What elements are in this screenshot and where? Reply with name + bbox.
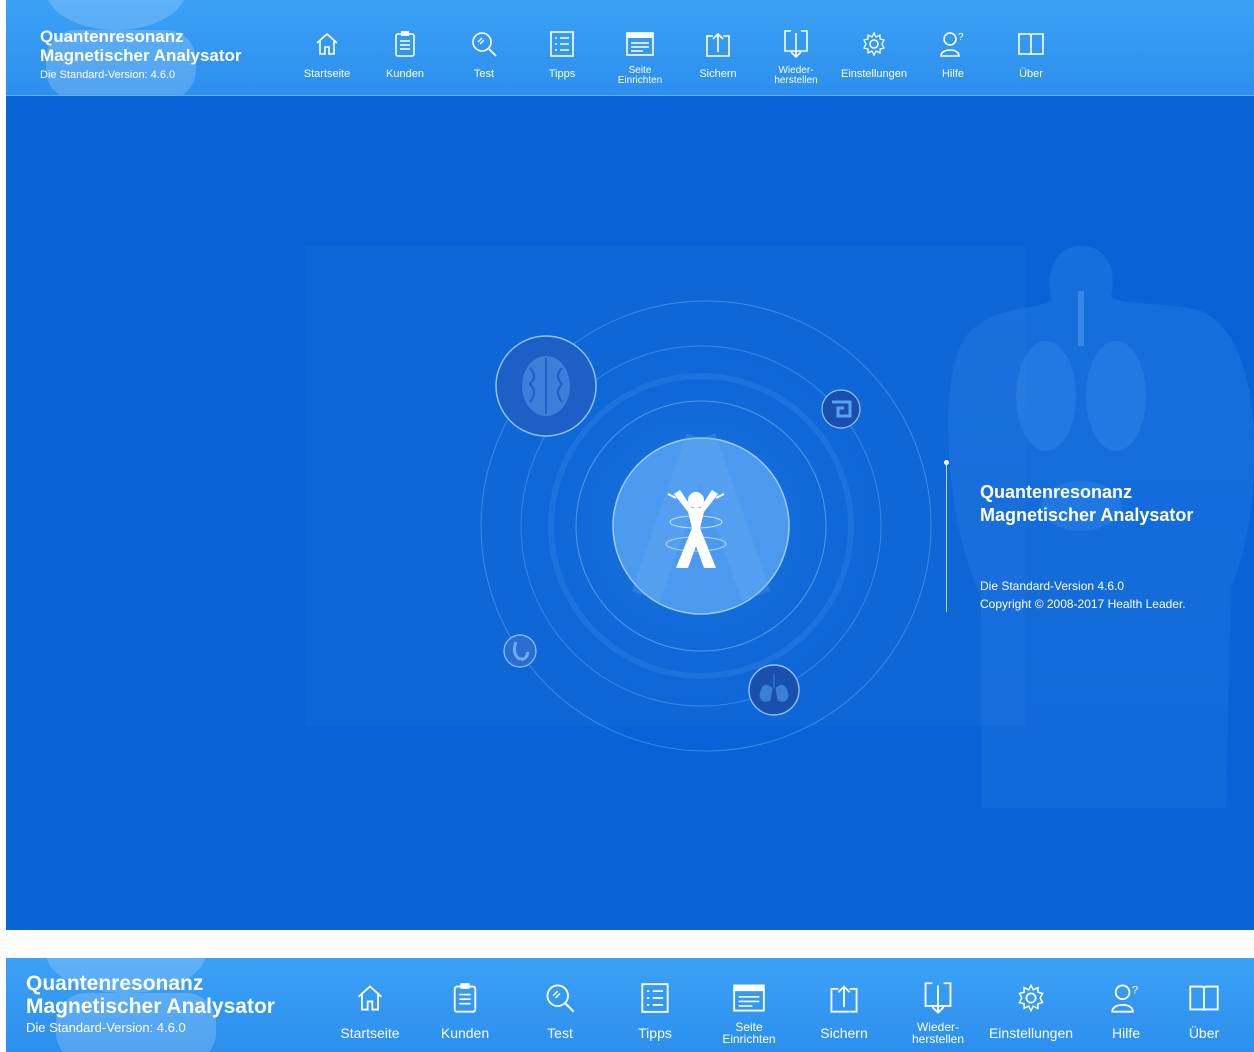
splash-title-line2: Magnetischer Analysator xyxy=(980,505,1194,526)
nav-label-line2: herstellen xyxy=(774,75,818,86)
nav-label: Einstellungen xyxy=(988,1025,1074,1041)
help-person-icon: ? xyxy=(940,32,964,57)
splash-divider xyxy=(946,462,947,612)
nav-ueber-button[interactable]: Über xyxy=(1156,980,1252,1040)
nav-sichern-button[interactable]: Sichern xyxy=(679,28,757,80)
page-setup-icon xyxy=(626,32,654,56)
splash-title: Quantenresonanz Magnetischer Analysator xyxy=(980,481,1193,528)
nav-seite-einrichten-button[interactable]: Seite Einrichten xyxy=(601,28,679,86)
list-icon xyxy=(641,983,669,1013)
nav-label: Einstellungen xyxy=(840,68,908,80)
lungs-icon xyxy=(748,664,800,716)
gear-icon xyxy=(1018,983,1044,1013)
splash-title-line1: Quantenresonanz xyxy=(980,482,1133,502)
nav-label: Über xyxy=(1019,68,1043,80)
nav-label: Kunden xyxy=(440,1025,490,1041)
stomach-icon xyxy=(503,634,537,668)
gear-icon xyxy=(863,31,885,57)
splash-info: Die Standard-Version 4.6.0 Copyright © 2… xyxy=(980,577,1186,613)
nav-test-button[interactable]: Test xyxy=(445,28,523,80)
app-brand: Quantenresonanz Magnetischer Analysator … xyxy=(40,27,242,82)
nav-label-line2: Einrichten xyxy=(722,1032,776,1046)
app-title-line1: Quantenresonanz xyxy=(40,27,184,46)
home-icon xyxy=(357,985,383,1011)
nav-kunden-button[interactable]: Kunden xyxy=(417,980,513,1040)
nav-startseite-button[interactable]: Startseite xyxy=(288,28,366,80)
nav-label: Hilfe xyxy=(1111,1025,1140,1041)
nav-label: Hilfe xyxy=(941,68,964,80)
nav-wiederherstellen-button[interactable]: Wieder-herstellen xyxy=(890,980,986,1045)
nav-einstellungen-button[interactable]: Einstellungen xyxy=(835,28,913,80)
nav-label: Tipps xyxy=(638,1025,672,1041)
main-window: Quantenresonanz Magnetischer Analysator … xyxy=(6,0,1254,930)
book-icon xyxy=(1018,33,1044,56)
nav-hilfe-button[interactable]: ? Hilfe xyxy=(914,28,992,80)
download-icon xyxy=(784,30,808,59)
app-title-line1: Quantenresonanz xyxy=(26,972,204,995)
nav-tipps-button[interactable]: Tipps xyxy=(607,980,703,1040)
nav-label-line2: herstellen xyxy=(911,1032,965,1046)
nav-label: Tipps xyxy=(548,68,576,80)
nav-einstellungen-button[interactable]: Einstellungen xyxy=(983,980,1079,1040)
nav-label: Seite Einrichten xyxy=(722,1021,775,1045)
nav-ueber-button[interactable]: Über xyxy=(992,28,1070,80)
nav-label: Kunden xyxy=(386,68,424,80)
nav-test-button[interactable]: Test xyxy=(512,980,608,1040)
magnifier-icon xyxy=(472,32,497,57)
nav-label: Wieder-herstellen xyxy=(912,1021,964,1045)
nav-label: Test xyxy=(473,68,495,80)
nav-kunden-button[interactable]: Kunden xyxy=(366,28,444,80)
svg-text:?: ? xyxy=(1132,984,1138,996)
nav-label: Wieder-herstellen xyxy=(774,66,817,86)
zoomed-toolbar-window: Quantenresonanz Magnetischer Analysator … xyxy=(6,958,1254,1052)
nav-label: Startseite xyxy=(303,68,351,80)
svg-text:?: ? xyxy=(958,32,964,43)
clipboard-icon xyxy=(453,983,477,1013)
nav-label: Sichern xyxy=(820,1025,868,1041)
splash-divider-dot xyxy=(944,460,949,465)
list-icon xyxy=(550,31,574,57)
brain-icon xyxy=(495,335,597,437)
splash-copyright: Copyright © 2008-2017 Health Leader. xyxy=(980,597,1186,611)
nav-label-line2: Einrichten xyxy=(617,75,663,86)
download-icon xyxy=(924,982,952,1015)
nav-tipps-button[interactable]: Tipps xyxy=(523,28,601,80)
upload-icon xyxy=(706,32,730,57)
splash-stage: Quantenresonanz Magnetischer Analysator … xyxy=(6,96,1254,930)
bottom-toolbar: Quantenresonanz Magnetischer Analysator … xyxy=(6,958,1254,1052)
clipboard-icon xyxy=(395,31,415,57)
upload-icon xyxy=(830,985,858,1013)
nav-label: Seite Einrichten xyxy=(618,66,662,86)
page-setup-icon xyxy=(733,984,765,1012)
magnifier-icon xyxy=(546,984,575,1013)
nav-seite-einrichten-button[interactable]: Seite Einrichten xyxy=(701,980,797,1045)
nav-label: Test xyxy=(547,1025,573,1041)
help-person-icon: ? xyxy=(1111,984,1138,1013)
app-title-line2: Magnetischer Analysator xyxy=(40,45,242,65)
nav-label: Über xyxy=(1188,1025,1220,1041)
app-title-line2: Magnetischer Analysator xyxy=(26,995,275,1019)
app-version: Die Standard-Version: 4.6.0 xyxy=(26,1020,186,1036)
nav-wiederherstellen-button[interactable]: Wieder-herstellen xyxy=(757,28,835,86)
home-icon xyxy=(316,32,338,55)
top-toolbar: Quantenresonanz Magnetischer Analysator … xyxy=(6,0,1254,96)
nav-startseite-button[interactable]: Startseite xyxy=(322,980,418,1040)
app-brand: Quantenresonanz Magnetischer Analysator … xyxy=(26,972,275,1035)
nav-label: Sichern xyxy=(699,68,737,80)
splash-version: Die Standard-Version 4.6.0 xyxy=(980,579,1125,593)
intestine-icon xyxy=(821,389,861,429)
app-version: Die Standard-Version: 4.6.0 xyxy=(40,69,176,82)
nav-sichern-button[interactable]: Sichern xyxy=(796,980,892,1040)
book-icon xyxy=(1189,985,1219,1011)
nav-label: Startseite xyxy=(340,1025,400,1041)
